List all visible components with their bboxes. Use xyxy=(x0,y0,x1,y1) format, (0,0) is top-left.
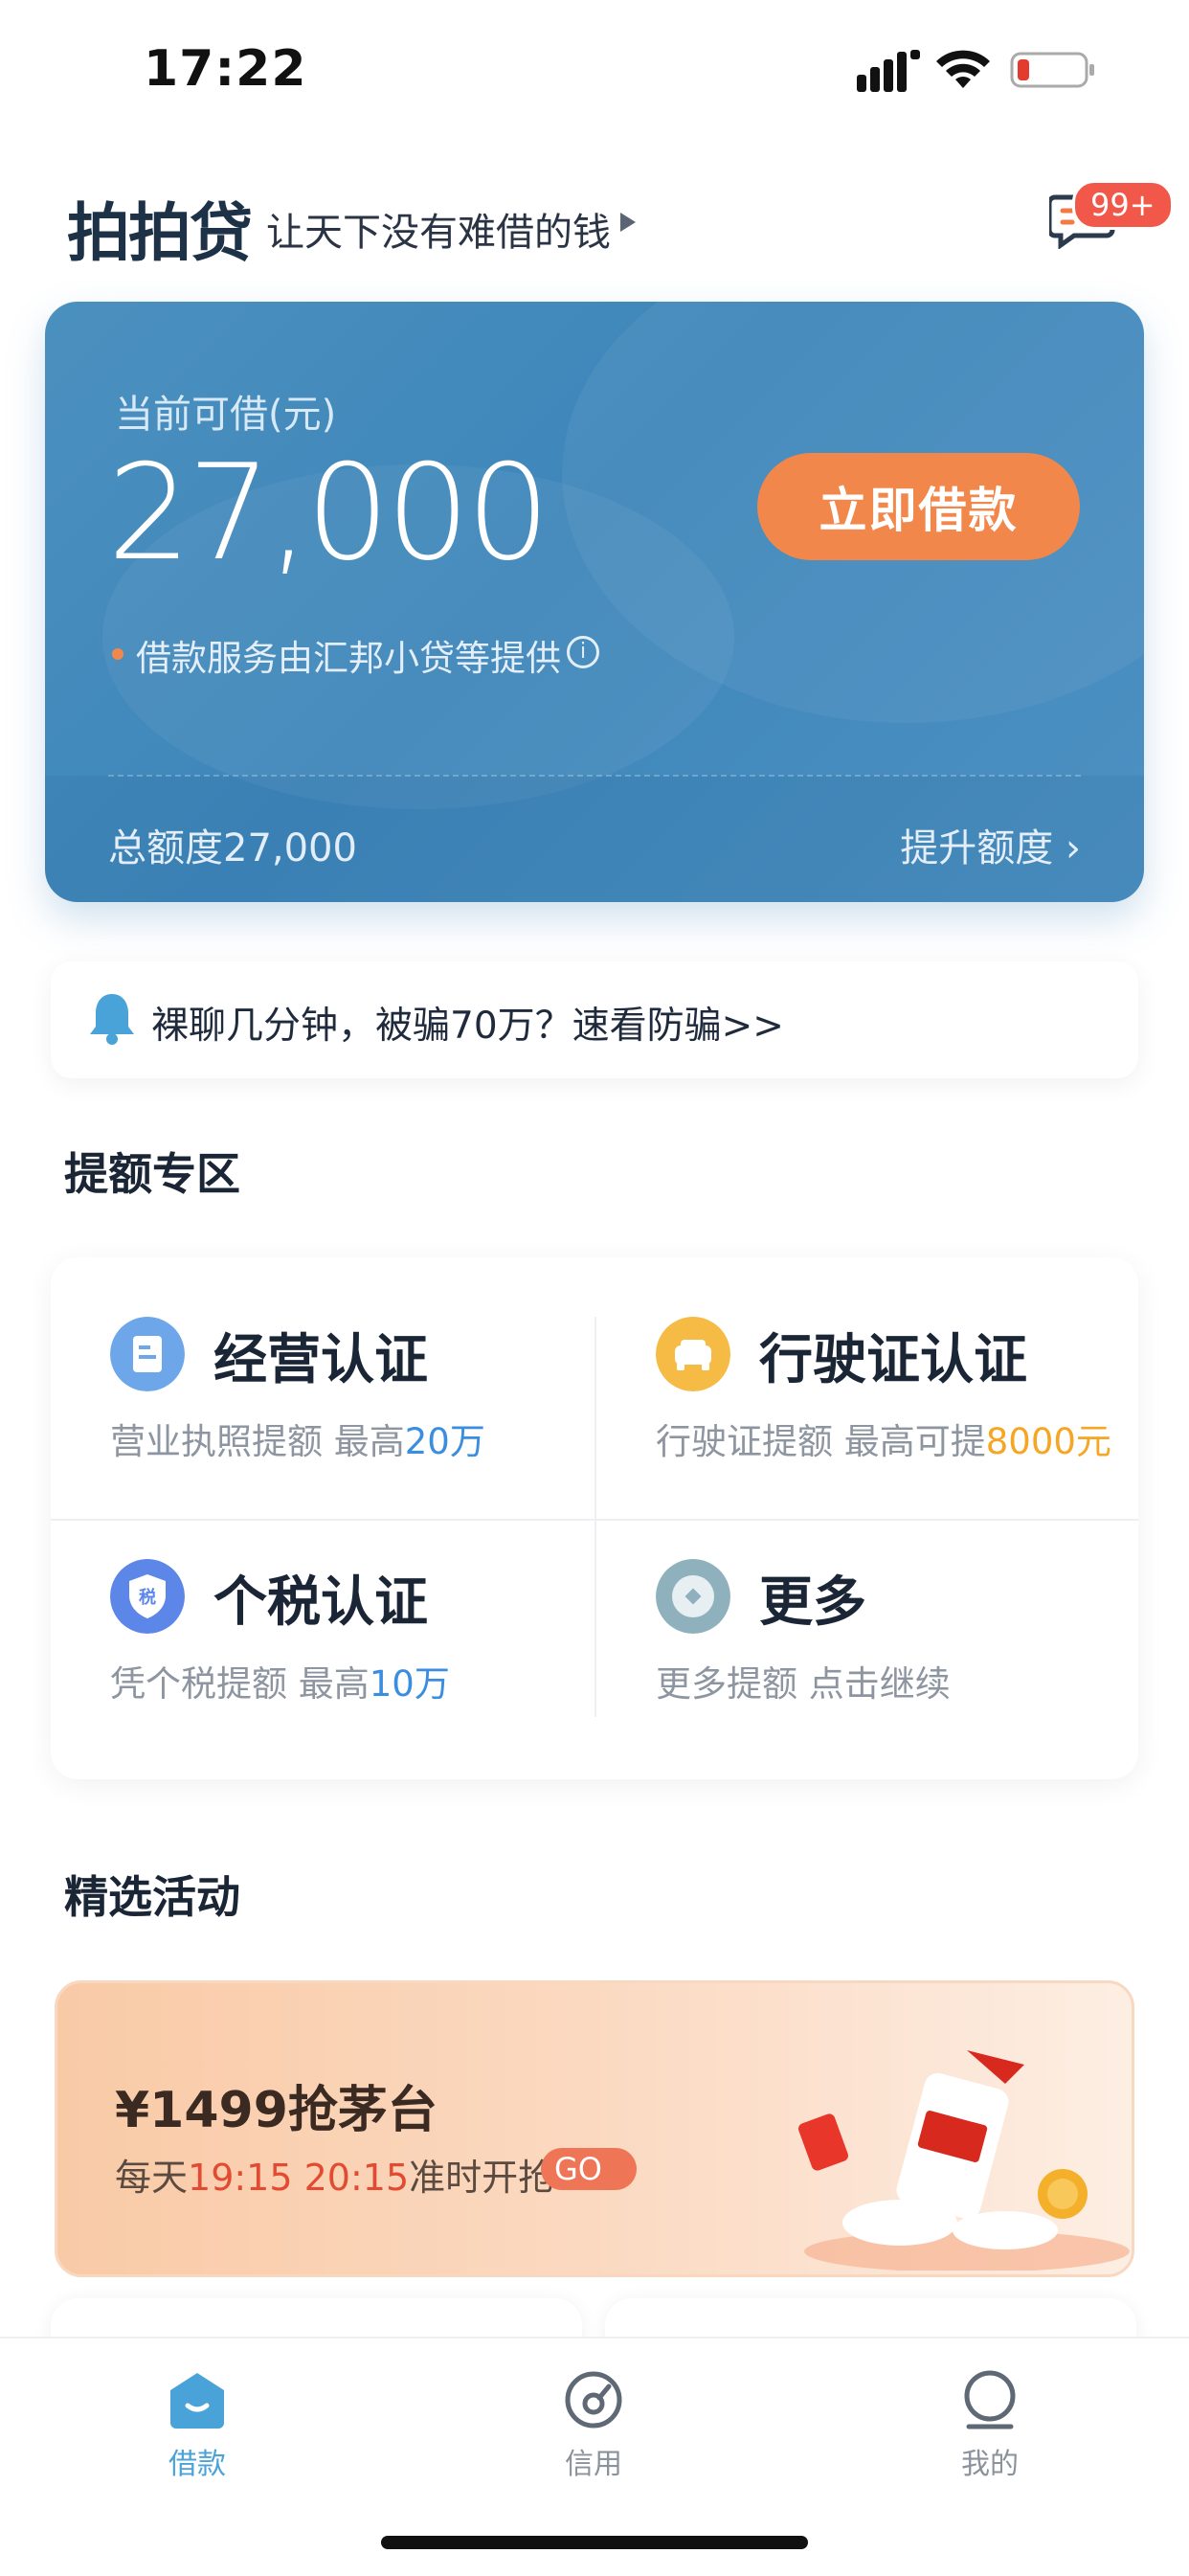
banner-title: ¥1499抢茅台 xyxy=(115,2082,437,2139)
tab-label: 信用 xyxy=(565,2448,622,2481)
available-amount: 27,000 xyxy=(107,436,550,590)
quota-grid: 经营认证 营业执照提额 最高20万 行驶证认证 行驶证提额 最高可提8000元 … xyxy=(51,1257,1138,1779)
tab-label: 我的 xyxy=(961,2448,1019,2481)
raise-quota-link[interactable]: 提升额度 › xyxy=(900,817,1081,872)
tab-credit[interactable]: 信用 xyxy=(498,2369,689,2482)
app-logo: 拍拍贷 xyxy=(67,196,253,270)
activity-banner-maotai[interactable]: ¥1499抢茅台 每天19:15 20:15准时开抢 GO xyxy=(55,1980,1134,2277)
tab-label: 借款 xyxy=(168,2448,226,2481)
slogan-link[interactable]: 让天下没有难借的钱 xyxy=(266,201,611,257)
quota-item-title: 个税认证 xyxy=(213,1571,428,1634)
available-label: 当前可借(元) xyxy=(115,393,337,437)
go-button[interactable]: GO xyxy=(541,2148,637,2190)
tab-mine[interactable]: 我的 xyxy=(894,2369,1086,2482)
message-count-badge: 99+ xyxy=(1072,180,1174,230)
quota-item-vehicle[interactable]: 行驶证认证 行驶证提额 最高可提8000元 xyxy=(596,1257,1138,1519)
quota-item-more[interactable]: 更多 更多提额 点击继续 xyxy=(596,1521,1138,1779)
anti-fraud-notice[interactable]: 裸聊几分钟，被骗70万？速看防骗>> xyxy=(51,961,1138,1078)
provider-note: 借款服务由汇邦小贷等提供 xyxy=(136,638,561,679)
bell-icon xyxy=(90,994,134,1045)
quota-item-business[interactable]: 经营认证 营业执照提额 最高20万 xyxy=(51,1257,594,1519)
svg-text:税: 税 xyxy=(139,1587,156,1608)
play-arrow-icon xyxy=(620,213,636,232)
quota-item-title: 行驶证认证 xyxy=(759,1329,1027,1391)
quota-item-desc: 凭个税提额 最高10万 xyxy=(110,1663,450,1705)
cellular-signal-icon xyxy=(857,50,920,92)
quota-item-tax[interactable]: 税 个税认证 凭个税提额 最高10万 xyxy=(51,1521,594,1779)
borrow-now-button[interactable]: 立即借款 xyxy=(757,453,1080,560)
quota-item-desc: 行驶证提额 最高可提8000元 xyxy=(656,1421,1111,1462)
maotai-gift-illustration xyxy=(798,2050,1130,2271)
banner-subtitle: 每天19:15 20:15准时开抢 xyxy=(115,2157,555,2199)
wifi-icon xyxy=(936,50,990,88)
tab-borrow[interactable]: 借款 xyxy=(101,2369,293,2482)
loan-card: 当前可借(元) 27,000 立即借款 借款服务由汇邦小贷等提供 i 总额度27… xyxy=(45,302,1144,902)
section-title-quota: 提额专区 xyxy=(64,1148,240,1200)
quota-item-desc: 更多提额 点击继续 xyxy=(656,1663,951,1705)
home-indicator[interactable] xyxy=(381,2536,808,2549)
tax-shield-icon: 税 xyxy=(110,1559,185,1634)
quota-item-title: 更多 xyxy=(759,1571,866,1634)
profile-icon xyxy=(964,2370,1016,2429)
bullet-dot xyxy=(112,648,123,660)
more-coin-icon xyxy=(656,1559,730,1634)
battery-low-icon xyxy=(1010,52,1094,88)
info-icon[interactable]: i xyxy=(567,636,599,668)
document-icon xyxy=(110,1317,185,1391)
status-time: 17:22 xyxy=(144,40,307,98)
notice-text: 裸聊几分钟，被骗70万？速看防骗>> xyxy=(151,1005,784,1048)
home-icon xyxy=(170,2373,224,2429)
credit-gauge-icon xyxy=(565,2371,622,2429)
section-title-activities: 精选活动 xyxy=(64,1871,240,1923)
quota-item-desc: 营业执照提额 最高20万 xyxy=(110,1421,485,1462)
quota-item-title: 经营认证 xyxy=(213,1329,428,1391)
total-quota: 总额度27,000 xyxy=(108,826,357,870)
dashed-divider xyxy=(108,775,1081,777)
car-icon xyxy=(656,1317,730,1391)
